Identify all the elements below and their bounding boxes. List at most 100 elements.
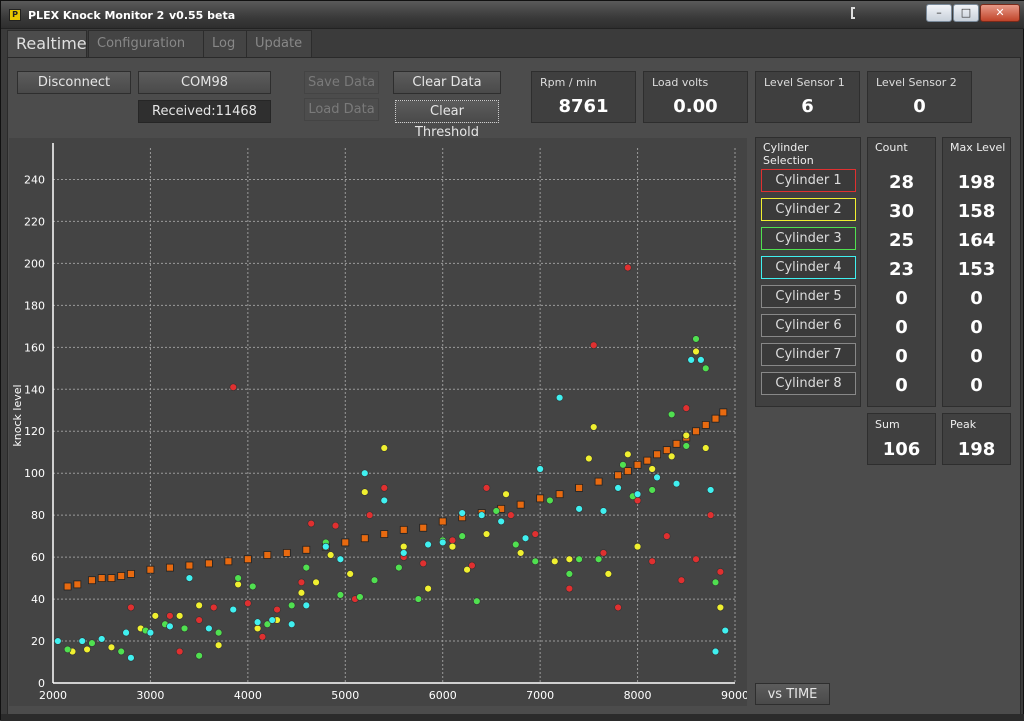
cylinder-3-count: 25 xyxy=(888,230,915,251)
cylinder-4-count: 23 xyxy=(888,259,915,280)
cylinder-3-point xyxy=(711,578,720,586)
cylinder-1-button[interactable]: Cylinder 1 xyxy=(761,169,856,192)
cylinder-2-point xyxy=(624,450,632,459)
level-sensor-2-label: Level Sensor 2 xyxy=(876,76,957,89)
cylinder-7-button[interactable]: Cylinder 7 xyxy=(761,343,856,366)
y-axis-label: knock level xyxy=(11,384,24,446)
threshold-marker xyxy=(88,576,96,585)
cylinder-4-point xyxy=(697,356,705,364)
level-sensor-1-label: Level Sensor 1 xyxy=(764,76,845,89)
load-volts-stat: Load volts 0.00 xyxy=(643,71,748,123)
threshold-marker xyxy=(146,565,155,574)
cylinder-2-point xyxy=(83,645,91,654)
load-data-button[interactable]: Load Data xyxy=(304,98,379,121)
cylinder-2-point xyxy=(692,347,700,356)
cylinder-3-point xyxy=(619,461,627,469)
cylinder-3-point xyxy=(702,364,710,372)
cylinder-1-point xyxy=(565,584,574,593)
cylinder-1-point xyxy=(419,559,427,568)
cylinder-2-point xyxy=(633,542,642,551)
cylinder-4-point xyxy=(614,484,622,492)
cylinder-8-max: 0 xyxy=(970,375,983,396)
cylinder-selection-panel: Cylinder Selection Cylinder 1 Cylinder 2… xyxy=(755,137,861,407)
cylinder-1-point xyxy=(127,603,135,612)
cylinder-2-point xyxy=(585,454,593,463)
maximize-button[interactable]: □ xyxy=(953,4,979,22)
minimize-button[interactable]: – xyxy=(926,4,952,22)
cylinder-4-point xyxy=(711,647,720,656)
threshold-marker xyxy=(701,421,710,429)
cylinder-6-button[interactable]: Cylinder 6 xyxy=(761,314,856,337)
clear-threshold-button[interactable]: Clear Threshold xyxy=(395,100,499,140)
cylinder-1-point xyxy=(507,511,515,519)
cylinder-2-point xyxy=(667,452,676,461)
threshold-marker xyxy=(623,467,632,475)
threshold-marker xyxy=(536,494,545,503)
cylinder-2-point xyxy=(502,490,510,498)
cylinder-1-point xyxy=(229,383,237,391)
cylinder-3-point xyxy=(648,486,656,494)
threshold-marker xyxy=(224,557,233,566)
threshold-marker xyxy=(692,427,700,436)
cylinder-4-point xyxy=(205,624,213,633)
tab-realtime[interactable]: Realtime xyxy=(7,30,87,58)
threshold-marker xyxy=(711,414,720,423)
cylinder-1-point xyxy=(682,404,690,412)
x-tick-label: 2000 xyxy=(39,689,67,702)
cylinder-4-point xyxy=(439,538,447,547)
tab-configuration[interactable]: Configuration xyxy=(88,30,204,58)
threshold-marker xyxy=(399,525,408,534)
cylinder-3-point xyxy=(473,597,481,605)
cylinder-4-point xyxy=(166,622,174,631)
cylinder-1-point xyxy=(716,568,725,576)
threshold-marker xyxy=(127,570,135,578)
cylinder-2-point xyxy=(590,423,598,431)
y-tick-label: 120 xyxy=(24,425,45,438)
y-tick-label: 20 xyxy=(31,635,45,648)
threshold-marker xyxy=(166,563,174,572)
cylinder-4-point xyxy=(672,479,681,488)
level-sensor-1-value: 6 xyxy=(801,96,814,117)
rpm-stat: Rpm / min 8761 xyxy=(531,71,636,123)
cylinder-1-point xyxy=(365,511,374,519)
cylinder-2-point xyxy=(151,612,160,620)
rpm-label: Rpm / min xyxy=(540,76,597,89)
vs-time-button[interactable]: vs TIME xyxy=(755,683,830,705)
threshold-marker xyxy=(185,561,194,570)
port-select[interactable]: COM98 xyxy=(138,71,271,94)
y-tick-label: 200 xyxy=(24,257,45,270)
cylinder-1-point xyxy=(448,536,457,545)
clear-data-button[interactable]: Clear Data xyxy=(393,71,501,94)
cylinder-1-point xyxy=(244,599,252,607)
save-data-button[interactable]: Save Data xyxy=(304,71,379,94)
cylinder-2-button[interactable]: Cylinder 2 xyxy=(761,198,856,221)
close-button[interactable]: ✕ xyxy=(980,4,1020,22)
cylinder-4-point xyxy=(400,549,408,557)
cylinder-8-button[interactable]: Cylinder 8 xyxy=(761,372,856,395)
x-tick-label: 7000 xyxy=(526,689,554,702)
cylinder-1-point xyxy=(706,511,715,519)
cylinder-7-max: 0 xyxy=(970,346,983,367)
cylinder-2-max: 158 xyxy=(957,201,996,222)
tab-log[interactable]: Log xyxy=(203,30,247,58)
tab-update[interactable]: Update xyxy=(246,30,312,58)
cylinder-1-point xyxy=(663,532,671,540)
cylinder-1-point xyxy=(175,647,184,656)
cylinder-2-point xyxy=(551,557,559,566)
cylinder-selection-title: Cylinder Selection xyxy=(763,141,814,167)
cylinder-1-point xyxy=(614,603,622,612)
cylinder-5-button[interactable]: Cylinder 5 xyxy=(761,285,856,308)
cylinder-3-point xyxy=(336,591,345,599)
cylinder-3-point xyxy=(682,442,690,450)
cylinder-3-button[interactable]: Cylinder 3 xyxy=(761,227,856,250)
x-tick-label: 3000 xyxy=(136,689,164,702)
load-volts-value: 0.00 xyxy=(673,96,718,117)
disconnect-button[interactable]: Disconnect xyxy=(17,71,131,94)
cylinder-3-point xyxy=(180,624,189,633)
cylinder-4-button[interactable]: Cylinder 4 xyxy=(761,256,856,279)
threshold-marker xyxy=(107,574,116,582)
cylinder-1-point xyxy=(297,578,306,586)
max-level-column: Max Level 198 158 164 153 0 0 0 0 xyxy=(942,137,1011,407)
app-version: v0.55 beta xyxy=(169,9,236,22)
x-tick-label: 8000 xyxy=(624,689,652,702)
